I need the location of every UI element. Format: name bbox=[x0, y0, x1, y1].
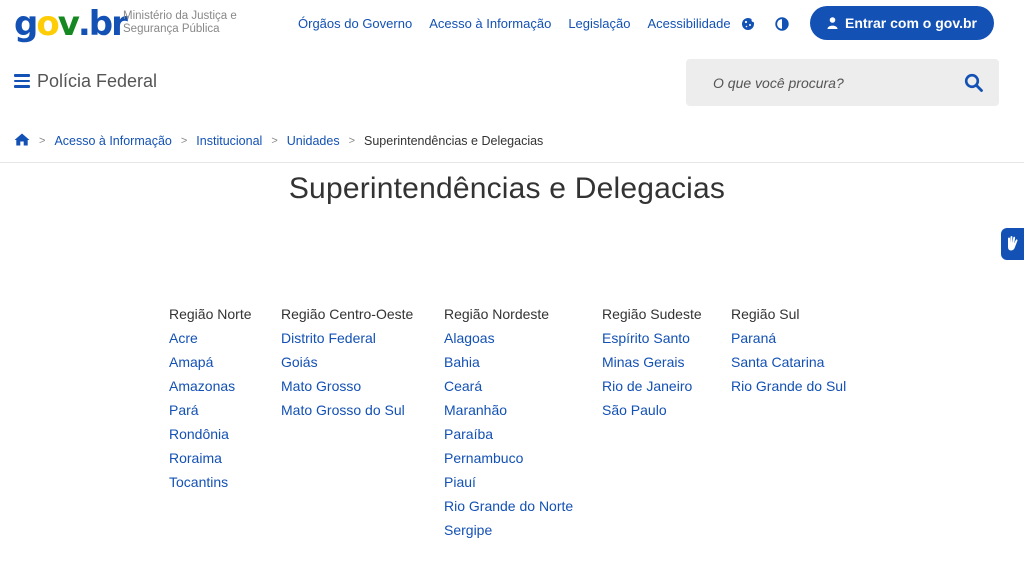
breadcrumb-current: Superintendências e Delegacias bbox=[364, 134, 544, 148]
nav-acessibilidade[interactable]: Acessibilidade bbox=[647, 16, 730, 31]
state-link-mato-grosso[interactable]: Mato Grosso bbox=[281, 378, 413, 394]
state-link-sergipe[interactable]: Sergipe bbox=[444, 522, 573, 538]
state-link-paraiba[interactable]: Paraíba bbox=[444, 426, 573, 442]
state-link-rio-grande-do-sul[interactable]: Rio Grande do Sul bbox=[731, 378, 846, 394]
state-link-santa-catarina[interactable]: Santa Catarina bbox=[731, 354, 846, 370]
region-heading: Região Norte bbox=[169, 306, 252, 322]
search-icon[interactable] bbox=[964, 73, 984, 93]
search-box bbox=[686, 59, 999, 106]
chevron-right-icon: > bbox=[39, 135, 46, 147]
sign-language-icon bbox=[1007, 236, 1018, 251]
state-link-parana[interactable]: Paraná bbox=[731, 330, 846, 346]
state-link-espirito-santo[interactable]: Espírito Santo bbox=[602, 330, 702, 346]
state-link-rondonia[interactable]: Rondônia bbox=[169, 426, 252, 442]
chevron-right-icon: > bbox=[348, 135, 356, 147]
state-link-roraima[interactable]: Roraima bbox=[169, 450, 252, 466]
header-divider bbox=[0, 162, 1024, 163]
ministry-name: Ministério da Justiça e Segurança Públic… bbox=[123, 10, 237, 35]
home-icon[interactable] bbox=[14, 133, 30, 149]
region-sul: Região Sul Paraná Santa Catarina Rio Gra… bbox=[731, 306, 846, 402]
chevron-right-icon: > bbox=[271, 135, 278, 147]
region-centro-oeste: Região Centro-Oeste Distrito Federal Goi… bbox=[281, 306, 413, 426]
nav-acesso-a-informacao[interactable]: Acesso à Informação bbox=[429, 16, 551, 31]
top-header: g o v. br Ministério da Justiça e Segurança… bbox=[0, 0, 1024, 50]
state-link-rio-grande-do-norte[interactable]: Rio Grande do Norte bbox=[444, 498, 573, 514]
region-nordeste: Região Nordeste Alagoas Bahia Ceará Mara… bbox=[444, 306, 573, 546]
state-link-maranhao[interactable]: Maranhão bbox=[444, 402, 573, 418]
state-link-para[interactable]: Pará bbox=[169, 402, 252, 418]
site-title[interactable]: Polícia Federal bbox=[37, 71, 157, 92]
breadcrumb: > Acesso à Informação > Institucional > … bbox=[14, 133, 543, 149]
region-sudeste: Região Sudeste Espírito Santo Minas Gera… bbox=[602, 306, 702, 426]
govbr-logo[interactable]: g o v. br bbox=[14, 4, 128, 44]
hamburger-menu-icon[interactable] bbox=[14, 74, 30, 88]
state-link-amazonas[interactable]: Amazonas bbox=[169, 378, 252, 394]
breadcrumb-unidades[interactable]: Unidades bbox=[287, 134, 340, 148]
nav-orgaos-do-governo[interactable]: Órgãos do Governo bbox=[298, 16, 412, 31]
top-nav: Órgãos do Governo Acesso à Informação Le… bbox=[298, 16, 748, 31]
region-heading: Região Sul bbox=[731, 306, 800, 322]
chevron-right-icon: > bbox=[180, 135, 188, 147]
region-norte: Região Norte Acre Amapá Amazonas Pará Ro… bbox=[169, 306, 252, 498]
breadcrumb-acesso-a-informacao[interactable]: Acesso à Informação bbox=[54, 134, 171, 148]
nav-legislacao[interactable]: Legislação bbox=[568, 16, 630, 31]
state-link-goias[interactable]: Goiás bbox=[281, 354, 413, 370]
region-heading: Região Centro-Oeste bbox=[281, 306, 414, 322]
vlibras-widget[interactable] bbox=[1001, 228, 1024, 260]
state-link-bahia[interactable]: Bahia bbox=[444, 354, 573, 370]
contrast-icon[interactable] bbox=[772, 14, 792, 34]
region-heading: Região Nordeste bbox=[444, 306, 550, 322]
state-link-tocantins[interactable]: Tocantins bbox=[169, 474, 252, 490]
state-link-alagoas[interactable]: Alagoas bbox=[444, 330, 573, 346]
state-link-pernambuco[interactable]: Pernambuco bbox=[444, 450, 573, 466]
page-title: Superintendências e Delegacias bbox=[288, 172, 726, 205]
state-link-amapa[interactable]: Amapá bbox=[169, 354, 252, 370]
site-header: Polícia Federal bbox=[0, 58, 1024, 108]
state-link-rio-de-janeiro[interactable]: Rio de Janeiro bbox=[602, 378, 702, 394]
login-button[interactable]: Entrar com o gov.br bbox=[810, 6, 994, 40]
search-input[interactable] bbox=[713, 72, 953, 94]
state-link-sao-paulo[interactable]: São Paulo bbox=[602, 402, 702, 418]
user-icon bbox=[827, 17, 838, 29]
state-link-ceara[interactable]: Ceará bbox=[444, 378, 573, 394]
cookie-icon[interactable] bbox=[738, 14, 758, 34]
region-heading: Região Sudeste bbox=[602, 306, 702, 322]
state-link-acre[interactable]: Acre bbox=[169, 330, 252, 346]
state-link-mato-grosso-do-sul[interactable]: Mato Grosso do Sul bbox=[281, 402, 413, 418]
state-link-minas-gerais[interactable]: Minas Gerais bbox=[602, 354, 702, 370]
state-link-piaui[interactable]: Piauí bbox=[444, 474, 573, 490]
state-link-distrito-federal[interactable]: Distrito Federal bbox=[281, 330, 413, 346]
breadcrumb-institucional[interactable]: Institucional bbox=[196, 134, 262, 148]
